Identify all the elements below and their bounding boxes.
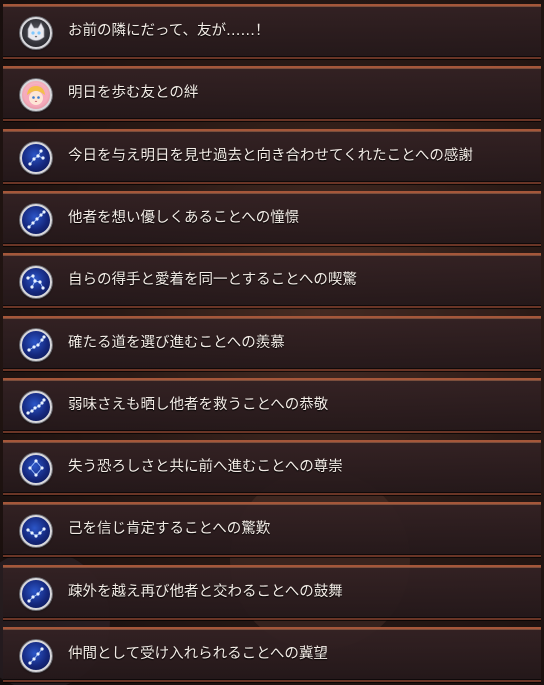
- constellation-icon: [20, 391, 52, 423]
- bond-label: 失う恐ろしさと共に前へ進むことへの尊崇: [68, 459, 343, 475]
- bond-label: 己を信じ肯定することへの驚歎: [68, 521, 271, 537]
- girl-portrait-icon: [20, 79, 52, 111]
- bond-list-item[interactable]: 自らの得手と愛着を同一とすることへの喫驚: [3, 253, 541, 308]
- bond-list-item[interactable]: お前の隣にだって、友が……！: [3, 4, 541, 59]
- constellation-icon: [20, 329, 52, 361]
- bond-label: 疎外を越え再び他者と交わることへの鼓舞: [68, 584, 343, 600]
- constellation-icon: [20, 515, 52, 547]
- constellation-icon: [20, 142, 52, 174]
- constellation-icon: [20, 453, 52, 485]
- constellation-icon: [20, 266, 52, 298]
- bond-list-item[interactable]: 己を信じ肯定することへの驚歎: [3, 502, 541, 557]
- bond-label: 自らの得手と愛着を同一とすることへの喫驚: [68, 272, 357, 288]
- constellation-icon: [20, 204, 52, 236]
- bond-list-item[interactable]: 仲間として受け入れられることへの冀望: [3, 627, 541, 682]
- bond-list-item[interactable]: 疎外を越え再び他者と交わることへの鼓舞: [3, 565, 541, 620]
- bond-list-item[interactable]: 明日を歩む友との絆: [3, 66, 541, 121]
- bond-list-item[interactable]: 弱味さえも晒し他者を救うことへの恭敬: [3, 378, 541, 433]
- bond-label: 今日を与え明日を見せ過去と向き合わせてくれたことへの感謝: [68, 148, 473, 164]
- bond-label: 明日を歩む友との絆: [68, 85, 199, 101]
- bond-label: 弱味さえも晒し他者を救うことへの恭敬: [68, 397, 329, 413]
- bond-label: お前の隣にだって、友が……！: [68, 23, 270, 39]
- bond-list-item[interactable]: 他者を想い優しくあることへの憧憬: [3, 191, 541, 246]
- bond-list-item[interactable]: 失う恐ろしさと共に前へ進むことへの尊崇: [3, 440, 541, 495]
- bond-label: 仲間として受け入れられることへの冀望: [68, 646, 328, 662]
- constellation-icon: [20, 578, 52, 610]
- bond-label: 確たる道を選び進むことへの羨慕: [68, 335, 285, 351]
- constellation-icon: [20, 640, 52, 672]
- bond-list-item[interactable]: 確たる道を選び進むことへの羨慕: [3, 316, 541, 371]
- cat-face-icon: [20, 17, 52, 49]
- bond-label: 他者を想い優しくあることへの憧憬: [68, 210, 300, 226]
- bond-list-item[interactable]: 今日を与え明日を見せ過去と向き合わせてくれたことへの感謝: [3, 129, 541, 184]
